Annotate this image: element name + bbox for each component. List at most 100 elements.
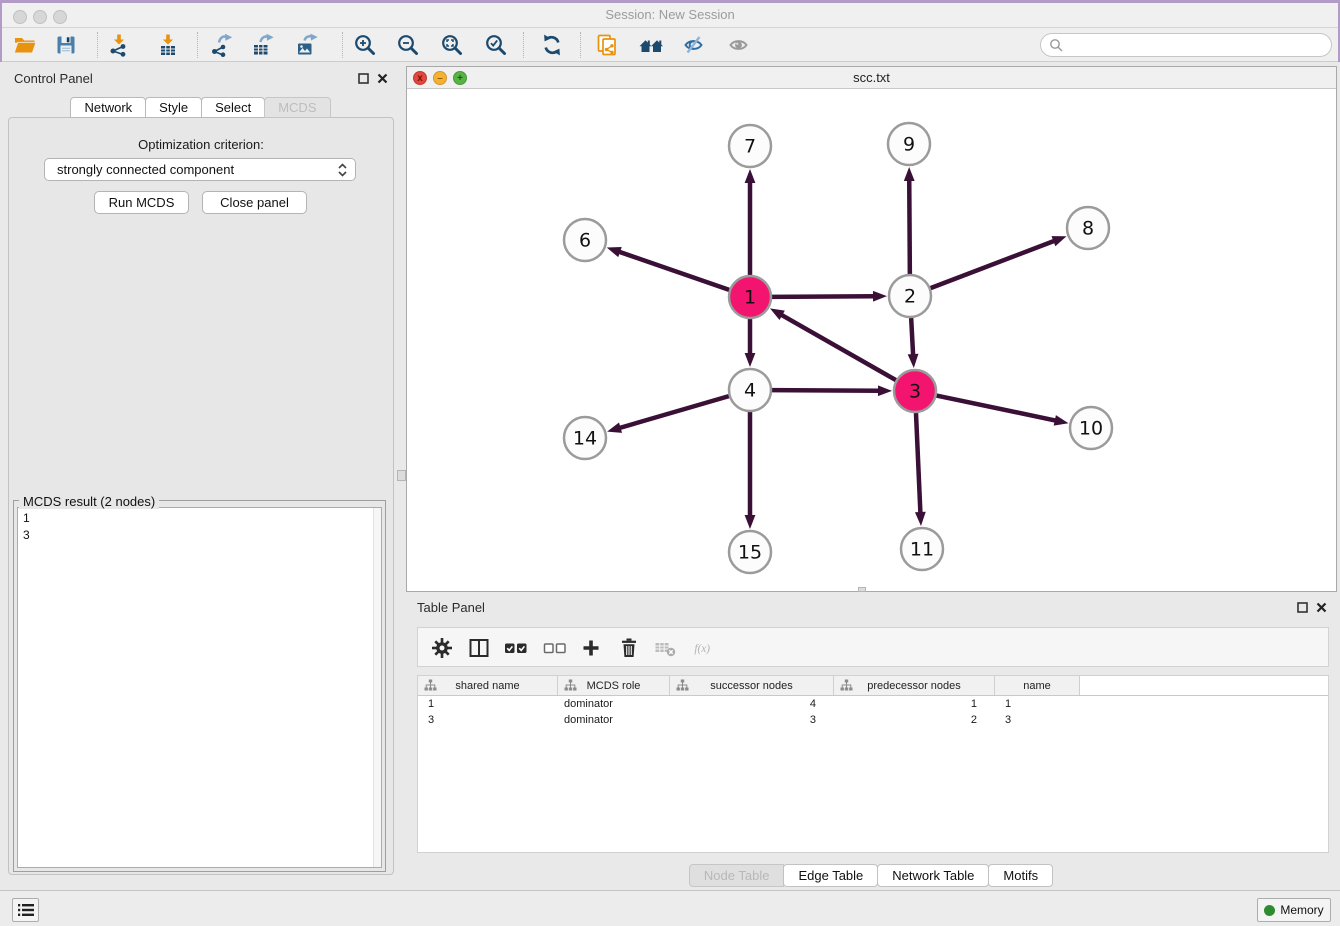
tab-edge-table[interactable]: Edge Table — [783, 864, 878, 887]
column-header-shared-name[interactable]: shared name — [418, 676, 558, 695]
tab-network[interactable]: Network — [70, 97, 146, 118]
network-window-titlebar[interactable]: x – + scc.txt — [407, 67, 1336, 89]
export-image-button[interactable] — [293, 31, 321, 59]
network-canvas[interactable]: 7968124314101511 — [407, 89, 1336, 591]
horizontal-splitter-grip[interactable] — [858, 587, 866, 592]
graph-edge-arrowhead — [745, 353, 756, 367]
graph-edge-4-14[interactable] — [619, 396, 729, 428]
graph-node-label: 11 — [910, 539, 934, 561]
graph-edge-2-3[interactable] — [911, 318, 913, 356]
table-cell[interactable]: 1 — [834, 696, 995, 712]
tab-style[interactable]: Style — [145, 97, 202, 118]
import-table-button[interactable] — [154, 31, 182, 59]
show-details-button[interactable] — [725, 31, 753, 59]
column-header-successor-nodes[interactable]: successor nodes — [670, 676, 834, 695]
graph-node-label: 14 — [573, 428, 597, 450]
duplicate-network-button[interactable] — [593, 31, 621, 59]
table-cell[interactable]: 2 — [834, 712, 995, 728]
first-neighbors-button[interactable] — [637, 31, 665, 59]
network-window: x – + scc.txt 7968124314101511 — [406, 66, 1337, 592]
result-scrollbar[interactable] — [373, 508, 381, 867]
export-table-icon — [251, 33, 275, 57]
show-columns-button[interactable] — [467, 636, 491, 660]
column-header-name[interactable]: name — [995, 676, 1080, 695]
close-panel-button[interactable] — [377, 73, 388, 84]
table-cell[interactable]: dominator — [558, 696, 670, 712]
open-session-button[interactable] — [11, 31, 39, 59]
mcds-result-text[interactable]: 1 3 — [17, 507, 382, 868]
graph-edge-2-8[interactable] — [931, 240, 1056, 288]
table-cell[interactable]: 3 — [995, 712, 1080, 728]
task-history-button[interactable] — [12, 898, 39, 922]
optimization-criterion-select[interactable]: strongly connected component — [44, 158, 356, 181]
mcds-result-title: MCDS result (2 nodes) — [19, 494, 159, 509]
save-session-button[interactable] — [52, 31, 80, 59]
create-column-button[interactable] — [579, 636, 603, 660]
graph-edge-3-11[interactable] — [916, 413, 920, 514]
float-panel-button[interactable] — [358, 73, 369, 84]
delete-table-button[interactable] — [654, 636, 678, 660]
fit-content-button[interactable] — [438, 31, 466, 59]
control-panel-tabs: NetworkStyleSelectMCDS — [0, 97, 402, 118]
tab-node-table[interactable]: Node Table — [689, 864, 785, 887]
table-cell[interactable]: 1 — [418, 696, 558, 712]
table-cell[interactable]: dominator — [558, 712, 670, 728]
table-cell[interactable]: 1 — [995, 696, 1080, 712]
toolbar-separator — [580, 32, 581, 58]
vertical-splitter-grip[interactable] — [397, 470, 406, 481]
list-icon — [18, 903, 34, 917]
toolbar-separator — [523, 32, 524, 58]
graph-edge-arrowhead — [770, 308, 785, 320]
zoom-in-button[interactable] — [351, 31, 379, 59]
graph-edge-arrowhead — [915, 512, 926, 526]
graph-edge-3-10[interactable] — [937, 396, 1057, 421]
select-all-button[interactable] — [504, 636, 528, 660]
graph-edge-2-9[interactable] — [909, 179, 910, 274]
refresh-icon — [540, 33, 564, 57]
export-table-button[interactable] — [249, 31, 277, 59]
column-hierarchy-icon — [564, 679, 577, 692]
graph-edge-4-3[interactable] — [772, 390, 880, 391]
save-floppy-icon — [54, 33, 78, 57]
main-toolbar — [2, 28, 1338, 62]
tab-select[interactable]: Select — [201, 97, 265, 118]
graph-node-label: 10 — [1079, 418, 1103, 440]
delete-column-button[interactable] — [617, 636, 641, 660]
refresh-layout-button[interactable] — [538, 31, 566, 59]
search-icon — [1049, 38, 1063, 52]
column-header-predecessor-nodes[interactable]: predecessor nodes — [834, 676, 995, 695]
graph-edge-1-2[interactable] — [772, 296, 875, 297]
graph-edge-1-6[interactable] — [618, 251, 729, 289]
float-table-panel-button[interactable] — [1297, 602, 1308, 613]
table-cell[interactable]: 4 — [670, 696, 834, 712]
column-header-MCDS-role[interactable]: MCDS role — [558, 676, 670, 695]
table-settings-button[interactable] — [430, 636, 454, 660]
table-cell[interactable]: 3 — [418, 712, 558, 728]
export-network-button[interactable] — [207, 31, 235, 59]
close-panel-button-mcds[interactable]: Close panel — [202, 191, 307, 214]
tab-motifs[interactable]: Motifs — [988, 864, 1053, 887]
table-cell[interactable]: 3 — [670, 712, 834, 728]
zoom-out-button[interactable] — [394, 31, 422, 59]
network-graph: 7968124314101511 — [407, 89, 1336, 591]
tab-mcds[interactable]: MCDS — [264, 97, 330, 118]
graph-edge-arrowhead — [908, 354, 919, 368]
close-table-panel-button[interactable] — [1316, 602, 1327, 613]
table-row[interactable]: 1dominator411 — [418, 696, 1328, 712]
zoom-selected-button[interactable] — [482, 31, 510, 59]
hide-details-button[interactable] — [680, 31, 708, 59]
graph-edge-arrowhead — [878, 385, 892, 396]
tab-network-table[interactable]: Network Table — [877, 864, 989, 887]
graph-edge-3-1[interactable] — [780, 314, 895, 380]
run-mcds-button[interactable]: Run MCDS — [94, 191, 189, 214]
deselect-all-button[interactable] — [543, 636, 567, 660]
delete-table-icon — [654, 637, 678, 659]
graph-edge-arrowhead — [1052, 236, 1067, 246]
import-network-button[interactable] — [105, 31, 133, 59]
column-hierarchy-icon — [424, 679, 437, 692]
table-row[interactable]: 3dominator323 — [418, 712, 1328, 728]
function-builder-button[interactable]: f(x) — [693, 636, 717, 660]
graph-node-label: 1 — [744, 287, 756, 309]
search-input[interactable] — [1068, 38, 1331, 52]
memory-button[interactable]: Memory — [1257, 898, 1331, 922]
